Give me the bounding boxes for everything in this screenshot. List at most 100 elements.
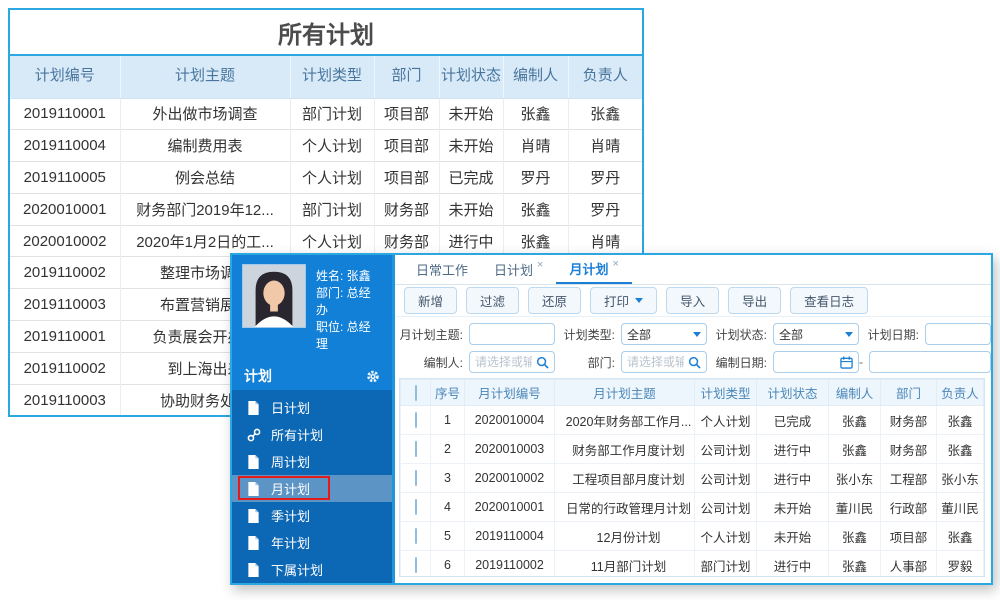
monthly-plan-window: 姓名: 张鑫 部门: 总经办 职位: 总经理 计划 日计划 所有计划 周计划 月… — [230, 253, 993, 585]
close-icon[interactable]: × — [537, 259, 543, 271]
cell-department: 项目部 — [373, 129, 439, 162]
row-checkbox[interactable] — [414, 499, 417, 515]
status-select-value: 全部 — [779, 327, 804, 342]
tab[interactable]: 月计划 × — [556, 255, 632, 284]
column-header: 计划编号 — [10, 56, 120, 99]
cell-owner: 肖晴 — [567, 129, 642, 162]
row-checkbox[interactable] — [414, 412, 417, 428]
toolbar-button[interactable]: 还原 — [528, 287, 582, 314]
cell-plan-id-link[interactable]: 2020010003 — [464, 434, 555, 464]
close-icon[interactable]: × — [612, 258, 618, 270]
cell-plan-id: 2020010002 — [10, 224, 120, 257]
sidebar-menu-item[interactable]: 季计划 — [232, 502, 392, 529]
cell-plan-id: 2019110004 — [10, 129, 120, 162]
subject-input[interactable] — [475, 327, 549, 341]
file-icon — [247, 454, 261, 469]
cell-plan-id: 2020010001 — [10, 192, 120, 226]
cell-seq: 6 — [430, 550, 465, 576]
cell-checkbox — [400, 492, 431, 522]
cell-plan-type: 部门计划 — [289, 192, 374, 226]
status-filter-label: 计划状态: — [715, 327, 767, 342]
toolbar-button[interactable]: 导出 — [728, 287, 782, 314]
sidebar-menu-item[interactable]: 日计划 — [232, 394, 392, 421]
cell-plan-subject-link[interactable]: 2020年财务部工作月... — [554, 405, 695, 435]
cell-creator-link[interactable]: 张鑫 — [828, 550, 881, 576]
table-body: 1 2020010004 2020年财务部工作月... 个人计划 已完成 张鑫 … — [400, 405, 984, 576]
cell-owner-link[interactable]: 张鑫 — [936, 405, 984, 435]
select-all-checkbox[interactable] — [414, 384, 417, 401]
column-header: 计划状态 — [438, 56, 503, 99]
cell-plan-id-link[interactable]: 2020010001 — [464, 492, 555, 522]
cell-owner-link[interactable]: 罗毅 — [936, 550, 984, 576]
search-icon[interactable] — [536, 356, 549, 369]
cell-creator: 张鑫 — [502, 192, 568, 226]
gear-icon[interactable] — [366, 369, 380, 383]
status-filter-select[interactable]: 全部 — [773, 323, 859, 345]
toolbar-button[interactable]: 导入 — [666, 287, 720, 314]
calendar-icon[interactable] — [840, 355, 853, 369]
cell-plan-subject-link[interactable]: 12月份计划 — [554, 521, 695, 551]
column-header: 计划类型 — [289, 56, 374, 99]
toolbar-button-label: 还原 — [542, 295, 568, 309]
cell-department: 工程部 — [880, 463, 937, 493]
creator-input[interactable] — [475, 355, 532, 369]
cell-plan-id-link[interactable]: 2019110004 — [464, 521, 555, 551]
created-date-field[interactable] — [779, 355, 836, 369]
subject-filter-input[interactable] — [469, 323, 555, 345]
cell-creator-link[interactable]: 张鑫 — [828, 434, 881, 464]
plan-date-input[interactable] — [925, 323, 991, 345]
cell-plan-subject-link[interactable]: 工程项目部月度计划 — [554, 463, 695, 493]
row-checkbox[interactable] — [414, 441, 417, 457]
cell-plan-subject-link[interactable]: 11月部门计划 — [554, 550, 695, 576]
sidebar-menu-item[interactable]: 所有计划 — [232, 421, 392, 448]
cell-creator-link[interactable]: 张鑫 — [828, 405, 881, 435]
cell-plan-subject: 编制费用表 — [119, 129, 290, 162]
cell-owner-link[interactable]: 董川民 — [936, 492, 984, 522]
plan-date-field[interactable] — [931, 327, 985, 341]
cell-creator-link[interactable]: 张鑫 — [828, 521, 881, 551]
cell-plan-id-link[interactable]: 2020010004 — [464, 405, 555, 435]
dept-filter-input[interactable] — [621, 351, 707, 373]
sidebar-menu: 日计划 所有计划 周计划 月计划 季计划 年计划 下属计划 — [232, 390, 392, 583]
toolbar-button[interactable]: 查看日志 — [790, 287, 869, 314]
search-icon[interactable] — [688, 356, 701, 369]
sidebar-menu-item[interactable]: 周计划 — [232, 448, 392, 475]
created-date-end-field[interactable] — [875, 355, 985, 369]
cell-creator-link[interactable]: 张小东 — [828, 463, 881, 493]
sidebar-menu-item[interactable]: 月计划 — [232, 475, 392, 502]
plan-date-filter-label: 计划日期: — [867, 327, 919, 342]
profile-department: 部门: 总经办 — [316, 286, 371, 317]
cell-owner-link[interactable]: 张小东 — [936, 463, 984, 493]
column-header: 序号 — [430, 379, 465, 406]
table-row: 2019110004 编制费用表 个人计划 项目部 未开始 肖晴 肖晴 — [10, 129, 642, 162]
cell-owner-link[interactable]: 张鑫 — [936, 521, 984, 551]
created-date-end-input[interactable] — [869, 351, 991, 373]
tab[interactable]: 日计划 × — [481, 255, 556, 284]
sidebar-menu-item[interactable]: 下属计划 — [232, 556, 392, 583]
row-checkbox[interactable] — [414, 557, 417, 573]
row-checkbox[interactable] — [414, 470, 417, 486]
dept-input[interactable] — [627, 355, 684, 369]
toolbar-button[interactable]: 打印 — [590, 287, 658, 314]
table-row: 5 2019110004 12月份计划 个人计划 未开始 张鑫 项目部 张鑫 — [400, 521, 984, 551]
toolbar-button[interactable]: 新增 — [404, 287, 458, 314]
type-filter-select[interactable]: 全部 — [621, 323, 707, 345]
cell-plan-type: 公司计划 — [694, 463, 757, 493]
toolbar-button[interactable]: 过滤 — [466, 287, 520, 314]
cell-owner-link[interactable]: 张鑫 — [936, 434, 984, 464]
cell-plan-id-link[interactable]: 2020010002 — [464, 463, 555, 493]
cell-creator: 张鑫 — [502, 97, 568, 130]
cell-department: 项目部 — [880, 521, 937, 551]
creator-filter-input[interactable] — [469, 351, 555, 373]
cell-plan-id-link[interactable]: 2019110002 — [464, 550, 555, 576]
created-date-input[interactable] — [773, 351, 859, 373]
select-all-header-cell — [400, 379, 431, 406]
sidebar-menu-item[interactable]: 年计划 — [232, 529, 392, 556]
cell-creator-link[interactable]: 董川民 — [828, 492, 881, 522]
row-checkbox[interactable] — [414, 528, 417, 544]
tab-label: 月计划 — [569, 262, 609, 277]
tab[interactable]: 日常工作 — [403, 255, 481, 284]
column-header: 月计划主题 — [554, 379, 695, 406]
cell-plan-subject-link[interactable]: 日常的行政管理月计划 — [554, 492, 695, 522]
cell-plan-subject-link[interactable]: 财务部工作月度计划 — [554, 434, 695, 464]
